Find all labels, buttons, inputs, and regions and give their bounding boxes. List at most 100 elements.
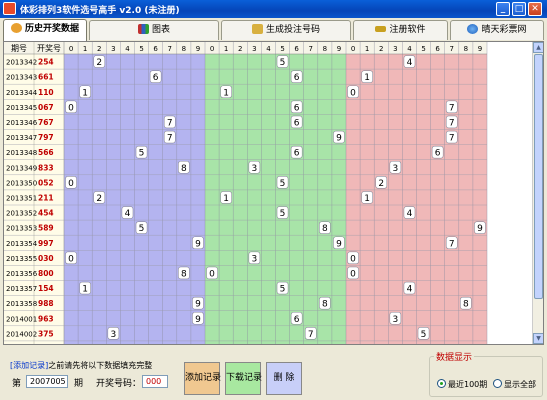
vertical-scrollbar[interactable]: ▲ ▼ (532, 42, 543, 344)
row-issue: 2013350 (6, 179, 37, 187)
digit-ball-label: 6 (294, 149, 300, 159)
tab-website[interactable]: 晴天彩票网 (450, 20, 544, 40)
row-number: 800 (38, 269, 54, 278)
digit-ball-label: 5 (280, 58, 286, 68)
header-digit: 3 (393, 45, 397, 53)
digit-ball-label: 0 (350, 269, 356, 279)
digit-ball-label: 6 (294, 103, 300, 113)
scroll-up-arrow[interactable]: ▲ (533, 42, 543, 53)
number-input[interactable]: 000 (142, 375, 168, 388)
row-issue: 2013344 (6, 89, 38, 97)
add-record-button[interactable]: 添加记录 (184, 362, 221, 395)
header-digit: 7 (450, 45, 454, 53)
row-issue: 2013346 (6, 119, 38, 127)
row-number: 988 (38, 299, 54, 308)
row-issue: 2013348 (6, 149, 37, 157)
digit-ball-label: 1 (223, 194, 229, 204)
digit-ball-label: 5 (139, 224, 145, 234)
row-issue: 2013342 (6, 59, 37, 67)
digit-ball-label: 9 (195, 239, 201, 249)
digit-ball-label: 8 (322, 300, 328, 310)
digit-ball-label: 7 (167, 134, 173, 144)
display-options-group: 数据显示 最近100期 显示全部 (429, 350, 543, 397)
digit-ball-label: 4 (407, 58, 413, 68)
row-number: 833 (38, 163, 54, 172)
issue-input[interactable]: 2007005 (26, 375, 68, 388)
key-icon (375, 26, 387, 32)
download-record-button[interactable]: 下载记录 (225, 362, 262, 395)
row-issue: 2013358 (6, 300, 37, 308)
header-digit: 7 (309, 45, 313, 53)
tab-history[interactable]: 历史开奖数据 (3, 19, 87, 41)
history-table[interactable]: 期号 开奖号 0 1 2 3 4 5 6 7 8 9 0 1 2 3 4 5 6 7 8 9 0 1 2 3 4 5 6 7 8 9 20133… (3, 41, 544, 345)
header-digit: 1 (224, 45, 228, 53)
scroll-thumb[interactable] (534, 54, 543, 299)
tab-generate-label: 生成投注号码 (265, 25, 320, 35)
tab-history-label: 历史开奖数据 (24, 24, 79, 34)
issue-suffix-label: 期 (74, 379, 84, 389)
digit-ball-label: 6 (294, 315, 300, 325)
row-issue: 2013343 (6, 74, 37, 82)
tab-chart[interactable]: 图表 (89, 20, 219, 40)
digit-ball-label: 3 (251, 164, 257, 174)
header-digit: 2 (97, 45, 101, 53)
digit-ball-label: 1 (364, 73, 370, 83)
chart-icon (137, 24, 149, 34)
row-issue: 2013356 (6, 270, 38, 278)
header-digit: 0 (210, 45, 214, 53)
digit-ball-label: 7 (449, 118, 455, 128)
digit-ball-label: 5 (280, 209, 286, 219)
digit-ball-label: 8 (322, 224, 328, 234)
row-number: 589 (38, 224, 54, 233)
header-digit: 1 (83, 45, 87, 53)
header-digit: 5 (280, 45, 284, 53)
digit-ball-label: 0 (350, 254, 356, 264)
hint-text: 之前请先将以下数据填充完整 (48, 361, 153, 370)
header-digit: 6 (435, 45, 440, 53)
app-icon (3, 2, 16, 15)
row-issue: 2013352 (6, 210, 37, 218)
digit-ball-label: 0 (68, 179, 74, 189)
maximize-button[interactable]: □ (512, 2, 526, 16)
generate-icon (251, 24, 263, 34)
row-issue: 2013354 (6, 240, 38, 248)
minimize-button[interactable]: _ (496, 2, 510, 16)
header-digit: 8 (464, 45, 468, 53)
row-issue: 2014001 (6, 315, 37, 323)
row-issue: 2013357 (6, 285, 37, 293)
hint-bracket: [添加记录] (10, 361, 49, 370)
header-digit: 9 (196, 45, 200, 53)
digit-ball-label: 5 (421, 330, 427, 340)
radio-show-all[interactable]: 显示全部 (493, 379, 536, 390)
tab-generate[interactable]: 生成投注号码 (221, 20, 351, 40)
tab-website-label: 晴天彩票网 (481, 25, 527, 35)
digit-ball-label: 4 (407, 285, 413, 295)
radio-all-dot (493, 379, 502, 388)
delete-button[interactable]: 删 除 (266, 362, 302, 395)
tab-register[interactable]: 注册软件 (353, 20, 448, 40)
header-digit: 3 (111, 45, 115, 53)
digit-ball-label: 4 (125, 209, 131, 219)
digit-ball-label: 8 (463, 300, 469, 310)
digit-ball-label: 6 (294, 73, 300, 83)
header-digit: 2 (379, 45, 383, 53)
header-number: 开奖号 (37, 43, 61, 53)
row-number: 454 (38, 209, 54, 218)
row-number: 661 (38, 73, 54, 82)
digit-ball-label: 1 (364, 194, 370, 204)
row-number: 767 (38, 118, 54, 127)
header-digit: 6 (153, 45, 158, 53)
scroll-down-arrow[interactable]: ▼ (533, 333, 543, 344)
row-number: 254 (38, 58, 54, 67)
header-digit: 5 (139, 45, 143, 53)
row-number: 566 (38, 148, 54, 157)
header-digit: 9 (337, 45, 341, 53)
radio-recent-100[interactable]: 最近100期 (437, 379, 487, 390)
close-button[interactable]: ✕ (528, 2, 542, 16)
issue-prefix-label: 第 (12, 379, 22, 389)
header-digit: 4 (125, 45, 130, 53)
row-issue: 2014002 (6, 330, 37, 338)
row-number: 997 (38, 239, 54, 248)
digit-ball-label: 0 (68, 103, 74, 113)
header-digit: 3 (252, 45, 256, 53)
